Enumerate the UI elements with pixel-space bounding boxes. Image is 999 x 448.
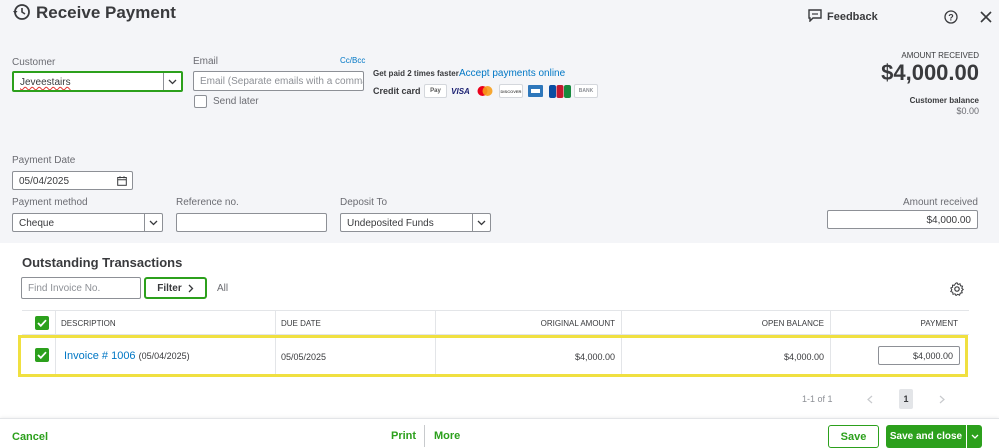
amount-received-label: AMOUNT RECEIVED — [901, 51, 979, 60]
jcb-icon — [548, 84, 571, 98]
column-header-description[interactable]: DESCRIPTION — [61, 319, 116, 328]
amex-icon — [526, 84, 545, 98]
payment-date-field[interactable]: 05/04/2025 — [12, 171, 133, 190]
amount-received-field[interactable]: $4,000.00 — [827, 210, 978, 229]
table-top-divider — [22, 310, 969, 311]
payment-method-value: Cheque — [19, 218, 55, 229]
column-header-open-balance[interactable]: OPEN BALANCE — [762, 319, 824, 328]
payment-method-select[interactable]: Cheque — [12, 213, 163, 232]
chevron-down-icon[interactable] — [163, 73, 181, 90]
find-invoice-input[interactable]: Find Invoice No. — [21, 277, 141, 299]
page-title: Receive Payment — [36, 3, 176, 22]
discover-icon: DISCOVER — [499, 84, 523, 98]
due-date-cell: 05/05/2025 — [281, 352, 327, 362]
print-button[interactable]: Print — [391, 430, 416, 442]
credit-card-label: Credit card — [373, 86, 421, 96]
send-later-checkbox[interactable] — [194, 95, 207, 108]
promo-text: Get paid 2 times faster — [373, 69, 459, 78]
save-options-dropdown[interactable] — [967, 425, 982, 448]
deposit-to-label: Deposit To — [340, 197, 388, 208]
table-row-description: Invoice # 1006 (05/04/2025) — [64, 350, 190, 362]
select-all-checkbox[interactable] — [35, 316, 49, 330]
reference-label: Reference no. — [176, 197, 239, 208]
filter-label: Filter — [157, 282, 182, 294]
email-label: Email — [193, 56, 219, 67]
reference-field[interactable] — [176, 213, 327, 232]
chevron-down-icon[interactable] — [144, 214, 162, 231]
outstanding-title: Outstanding Transactions — [22, 255, 183, 270]
header-area — [0, 0, 999, 243]
save-and-close-button[interactable]: Save and close — [886, 425, 966, 448]
mastercard-icon — [474, 84, 495, 98]
more-button[interactable]: More — [434, 430, 460, 442]
history-icon[interactable] — [12, 3, 30, 21]
original-amount-cell: $4,000.00 — [574, 352, 615, 362]
apple-pay-icon: Pay — [424, 84, 447, 98]
chevron-down-icon[interactable] — [472, 214, 490, 231]
open-balance-cell: $4,000.00 — [783, 352, 824, 362]
chevron-left-icon[interactable] — [866, 395, 874, 404]
page-number-button[interactable]: 1 — [899, 389, 913, 409]
feedback-icon — [808, 9, 822, 22]
deposit-to-value: Undeposited Funds — [347, 218, 434, 229]
payment-date-label: Payment Date — [12, 155, 76, 166]
payment-date-value: 05/04/2025 — [19, 176, 70, 187]
send-later-label: Send later — [213, 96, 259, 107]
chevron-right-icon[interactable] — [938, 395, 946, 404]
customer-label: Customer — [12, 57, 56, 68]
filter-button[interactable]: Filter — [144, 277, 207, 299]
email-field[interactable]: Email (Separate emails with a comma) — [193, 71, 364, 91]
close-icon[interactable] — [980, 11, 992, 23]
chevron-down-icon — [971, 434, 978, 439]
deposit-to-select[interactable]: Undeposited Funds — [340, 213, 491, 232]
accept-payments-link[interactable]: Accept payments online — [459, 68, 565, 79]
customer-select[interactable]: Jeveestairs — [12, 71, 183, 92]
amount-received-field-label: Amount received — [902, 197, 978, 208]
customer-balance-label: Customer balance — [909, 96, 979, 105]
payment-method-label: Payment method — [12, 197, 88, 208]
payment-amount-input[interactable]: $4,000.00 — [878, 346, 960, 365]
column-header-payment[interactable]: PAYMENT — [921, 319, 958, 328]
visa-icon: VISA — [451, 86, 470, 96]
column-header-original-amount[interactable]: ORIGINAL AMOUNT — [541, 319, 615, 328]
amount-received-total: $4,000.00 — [881, 60, 979, 85]
footer-divider — [424, 425, 425, 447]
settings-gear-icon[interactable] — [950, 282, 964, 296]
feedback-button[interactable]: Feedback — [827, 11, 878, 23]
invoice-link[interactable]: Invoice # 1006 — [64, 350, 136, 362]
save-button[interactable]: Save — [828, 425, 879, 448]
bank-icon: BANK — [574, 84, 598, 98]
column-header-due-date[interactable]: DUE DATE — [281, 319, 321, 328]
chevron-right-icon — [188, 284, 194, 292]
pagination-range: 1-1 of 1 — [802, 394, 833, 404]
cc-bcc-link[interactable]: Cc/Bcc — [340, 56, 365, 65]
row-checkbox[interactable] — [35, 348, 49, 362]
all-label: All — [217, 283, 229, 294]
cancel-button[interactable]: Cancel — [12, 431, 48, 443]
invoice-date: (05/04/2025) — [138, 351, 190, 361]
customer-value: Jeveestairs — [20, 77, 71, 88]
customer-balance-value: $0.00 — [956, 106, 979, 116]
svg-text:?: ? — [948, 13, 954, 23]
help-icon[interactable]: ? — [944, 10, 958, 24]
calendar-icon[interactable] — [117, 176, 127, 186]
